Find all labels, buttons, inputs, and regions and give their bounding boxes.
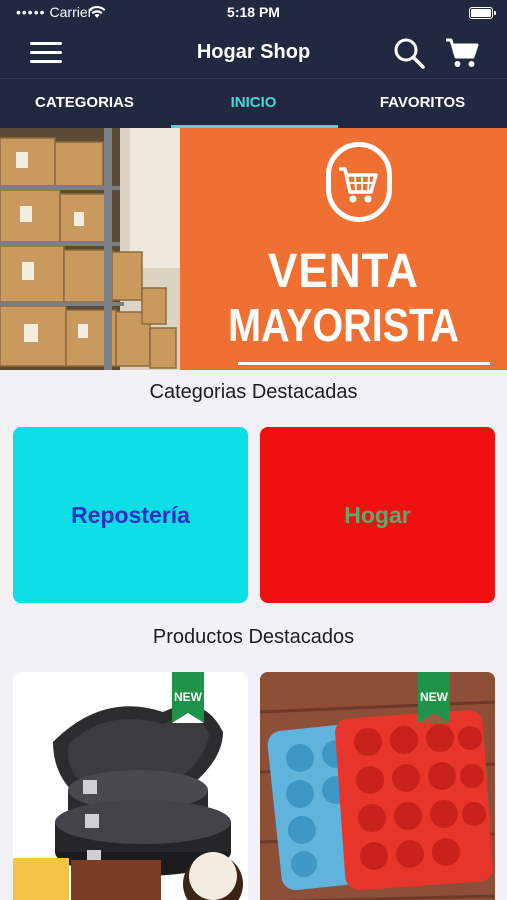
category-card-hogar[interactable]: Hogar xyxy=(260,427,495,603)
app-header: Hogar Shop xyxy=(0,26,507,78)
cart-icon[interactable] xyxy=(444,36,480,70)
tab-inicio[interactable]: INICIO xyxy=(169,79,338,129)
promo-banner[interactable]: VENTA MAYORISTA xyxy=(0,128,507,370)
banner-headline-2: MAYORISTA xyxy=(228,299,459,351)
battery-icon xyxy=(469,7,496,19)
banner-headline-1: VENTA xyxy=(268,245,419,298)
promo-panel: VENTA MAYORISTA xyxy=(180,128,507,370)
banner-divider xyxy=(238,362,490,365)
tab-favoritos[interactable]: FAVORITOS xyxy=(338,79,507,129)
category-card-reposteria[interactable]: Repostería xyxy=(13,427,248,603)
featured-products-title: Productos Destacados xyxy=(152,626,355,648)
app-title: Hogar Shop xyxy=(196,41,311,63)
new-badge: NEW xyxy=(418,672,450,723)
category-label: Hogar xyxy=(344,501,411,528)
cart-badge-icon xyxy=(326,142,392,222)
springform-pans-image xyxy=(13,672,248,900)
muffin-trays-image xyxy=(260,672,495,900)
category-label: Repostería xyxy=(71,501,190,528)
new-badge: NEW xyxy=(172,672,204,723)
status-time: 5:18 PM xyxy=(227,4,280,20)
status-bar: ••••• Carrier 5:18 PM xyxy=(0,0,507,26)
tab-categorias[interactable]: CATEGORIAS xyxy=(0,79,169,129)
top-tabs: CATEGORIAS INICIO FAVORITOS xyxy=(0,78,507,129)
featured-categories-title: Categorias Destacadas xyxy=(149,381,358,403)
search-icon[interactable] xyxy=(392,36,426,70)
product-card[interactable]: NEW xyxy=(13,672,248,900)
product-card[interactable]: NEW xyxy=(260,672,495,900)
warehouse-photo xyxy=(0,128,180,370)
